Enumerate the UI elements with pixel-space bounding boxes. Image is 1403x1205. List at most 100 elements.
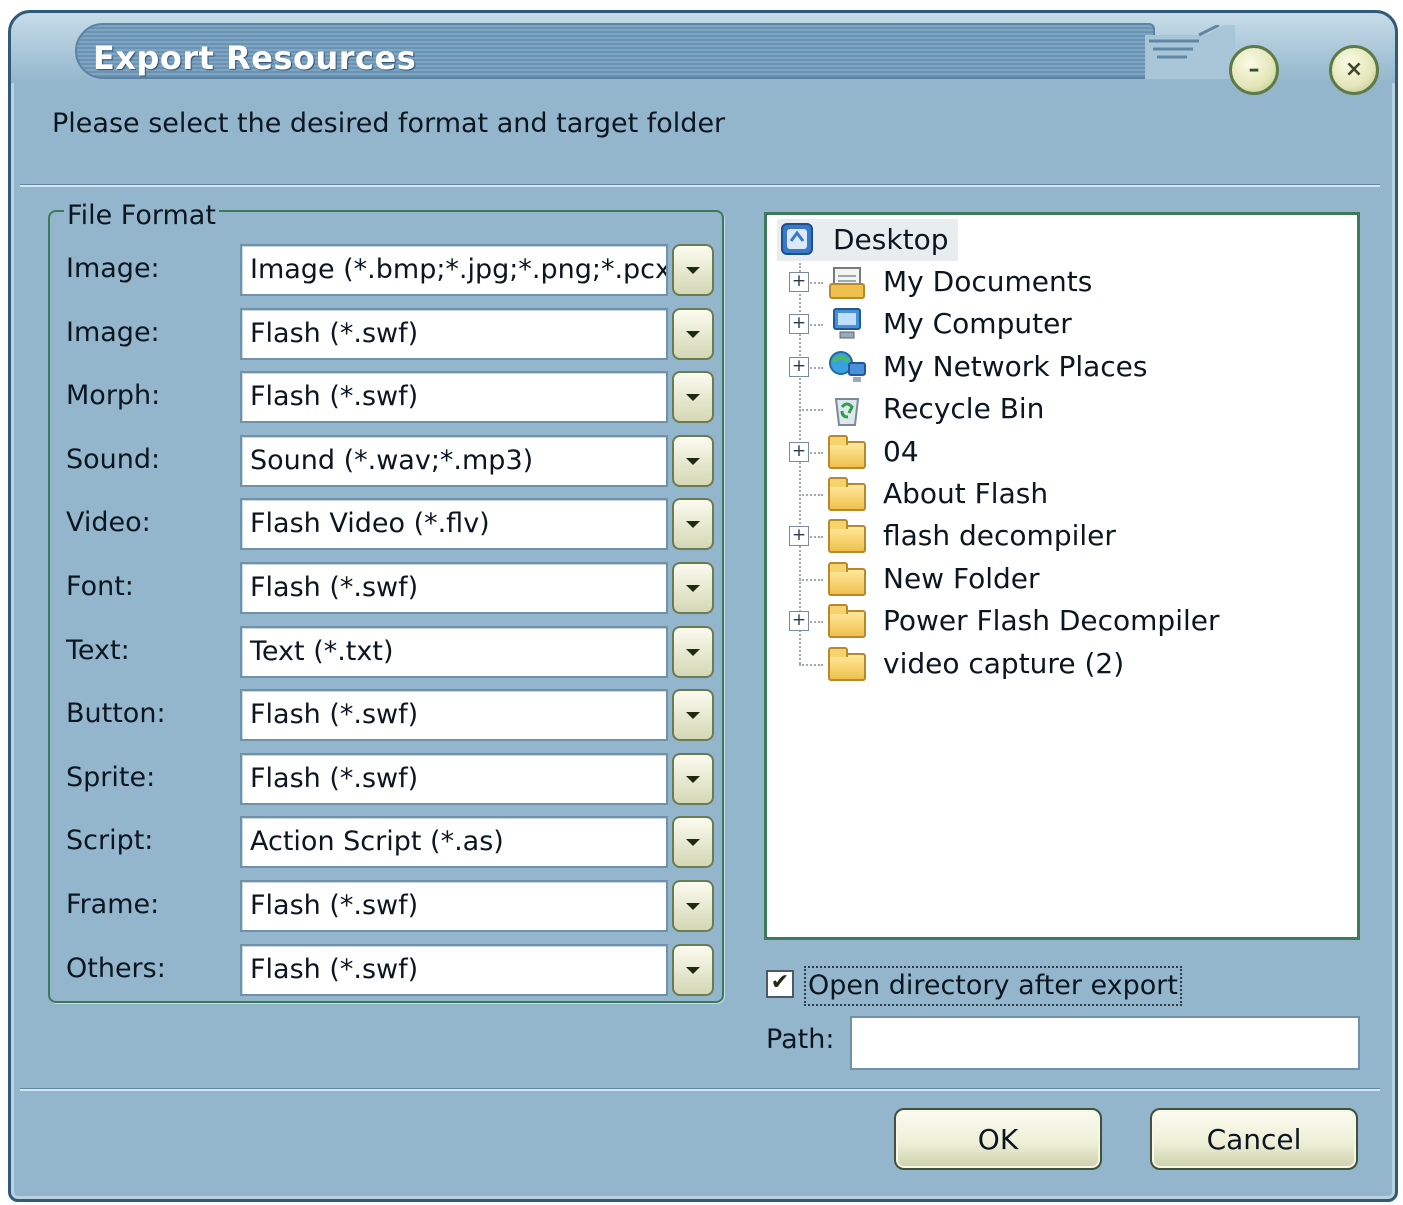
format-select[interactable]: Flash (*.swf)	[240, 308, 668, 360]
tree-item[interactable]: My Network Places	[827, 346, 1147, 388]
tree-item[interactable]: 04	[827, 431, 919, 473]
format-select[interactable]: Flash (*.swf)	[240, 880, 668, 932]
chevron-down-icon	[686, 266, 700, 274]
format-dropdown-button[interactable]	[672, 880, 714, 932]
tree-item-label: video capture (2)	[883, 647, 1125, 680]
tree-guide-branch	[799, 664, 823, 666]
folder-icon	[827, 476, 867, 512]
folder-icon	[827, 561, 867, 597]
open-after-export-label[interactable]: Open directory after export	[804, 966, 1182, 1006]
chevron-down-icon	[686, 775, 700, 783]
tree-item-label: Desktop	[833, 223, 949, 256]
tree-item[interactable]: About Flash	[827, 473, 1048, 515]
format-label: Frame:	[66, 889, 160, 920]
path-input[interactable]	[850, 1016, 1360, 1070]
format-label: Text:	[66, 635, 130, 666]
my-computer-icon	[827, 306, 867, 342]
format-dropdown-button[interactable]	[672, 816, 714, 868]
divider-bottom	[20, 1088, 1380, 1091]
folder-tree[interactable]: Desktop + My Documents + My Computer + My Netw…	[764, 212, 1360, 940]
format-dropdown-button[interactable]	[672, 753, 714, 805]
tree-guide-branch	[799, 409, 823, 411]
format-select[interactable]: Text (*.txt)	[240, 626, 668, 678]
chevron-down-icon	[686, 902, 700, 910]
chevron-down-icon	[686, 966, 700, 974]
tree-item[interactable]: Power Flash Decompiler	[827, 600, 1220, 642]
tree-item-label: Power Flash Decompiler	[883, 604, 1220, 637]
format-dropdown-button[interactable]	[672, 689, 714, 741]
chevron-down-icon	[686, 457, 700, 465]
tree-item[interactable]: video capture (2)	[827, 643, 1124, 685]
chevron-down-icon	[686, 648, 700, 656]
format-dropdown-button[interactable]	[672, 244, 714, 296]
folder-icon	[827, 518, 867, 554]
format-row: Others: Flash (*.swf)	[0, 942, 1403, 996]
tree-guide-branch	[799, 579, 823, 581]
format-label: Video:	[66, 507, 151, 538]
expand-icon[interactable]: +	[789, 611, 809, 631]
window-title: Export Resources	[93, 39, 417, 77]
format-dropdown-button[interactable]	[672, 562, 714, 614]
chevron-down-icon	[686, 393, 700, 401]
minimize-icon: –	[1248, 57, 1260, 82]
tree-item-label: My Network Places	[883, 350, 1148, 383]
open-after-export-checkbox[interactable]: ✔	[766, 970, 794, 998]
title-bar[interactable]: Export Resources	[11, 13, 1395, 83]
format-select[interactable]: Sound (*.wav;*.mp3)	[240, 435, 668, 487]
format-select[interactable]: Flash Video (*.flv)	[240, 498, 668, 550]
format-label: Others:	[66, 953, 166, 984]
tree-item-label: flash decompiler	[883, 519, 1116, 552]
title-decoration-icon	[1145, 25, 1235, 79]
format-select[interactable]: Flash (*.swf)	[240, 562, 668, 614]
instruction-text: Please select the desired format and tar…	[52, 108, 726, 139]
tree-item-label: About Flash	[883, 477, 1049, 510]
tree-item-label: New Folder	[883, 562, 1040, 595]
format-label: Font:	[66, 571, 134, 602]
tree-item[interactable]: My Computer	[827, 303, 1072, 345]
chevron-down-icon	[686, 520, 700, 528]
expand-icon[interactable]: +	[789, 314, 809, 334]
minimize-button[interactable]: –	[1229, 45, 1279, 95]
expand-icon[interactable]: +	[789, 357, 809, 377]
expand-icon[interactable]: +	[789, 272, 809, 292]
chevron-down-icon	[686, 711, 700, 719]
format-label: Script:	[66, 825, 154, 856]
tree-item[interactable]: My Documents	[827, 261, 1092, 303]
divider-top	[20, 184, 1380, 187]
format-select[interactable]: Flash (*.swf)	[240, 753, 668, 805]
my-documents-icon	[827, 264, 867, 300]
format-dropdown-button[interactable]	[672, 308, 714, 360]
format-dropdown-button[interactable]	[672, 498, 714, 550]
format-select[interactable]: Flash (*.swf)	[240, 944, 668, 996]
format-dropdown-button[interactable]	[672, 626, 714, 678]
format-label: Button:	[66, 698, 166, 729]
ok-button[interactable]: OK	[894, 1108, 1102, 1170]
desktop-icon	[777, 221, 817, 257]
format-select[interactable]: Image (*.bmp;*.jpg;*.png;*.pcx)	[240, 244, 668, 296]
tree-item[interactable]: flash decompiler	[827, 515, 1116, 557]
format-label: Image:	[66, 317, 160, 348]
expand-icon[interactable]: +	[789, 442, 809, 462]
file-format-legend: File Format	[64, 200, 219, 231]
chevron-down-icon	[686, 838, 700, 846]
tree-item[interactable]: Recycle Bin	[827, 388, 1044, 430]
network-places-icon	[827, 349, 867, 385]
folder-icon	[827, 603, 867, 639]
format-select[interactable]: Action Script (*.as)	[240, 816, 668, 868]
close-button[interactable]: ×	[1329, 45, 1379, 95]
tree-item-desktop[interactable]: Desktop	[777, 219, 959, 261]
folder-icon	[827, 646, 867, 682]
format-select[interactable]: Flash (*.swf)	[240, 689, 668, 741]
format-dropdown-button[interactable]	[672, 944, 714, 996]
format-dropdown-button[interactable]	[672, 435, 714, 487]
cancel-button[interactable]: Cancel	[1150, 1108, 1358, 1170]
expand-icon[interactable]: +	[789, 526, 809, 546]
close-icon: ×	[1344, 57, 1364, 82]
tree-item[interactable]: New Folder	[827, 558, 1040, 600]
format-label: Morph:	[66, 380, 161, 411]
folder-icon	[827, 434, 867, 470]
format-label: Image:	[66, 253, 160, 284]
format-select[interactable]: Flash (*.swf)	[240, 371, 668, 423]
chevron-down-icon	[686, 330, 700, 338]
format-dropdown-button[interactable]	[672, 371, 714, 423]
